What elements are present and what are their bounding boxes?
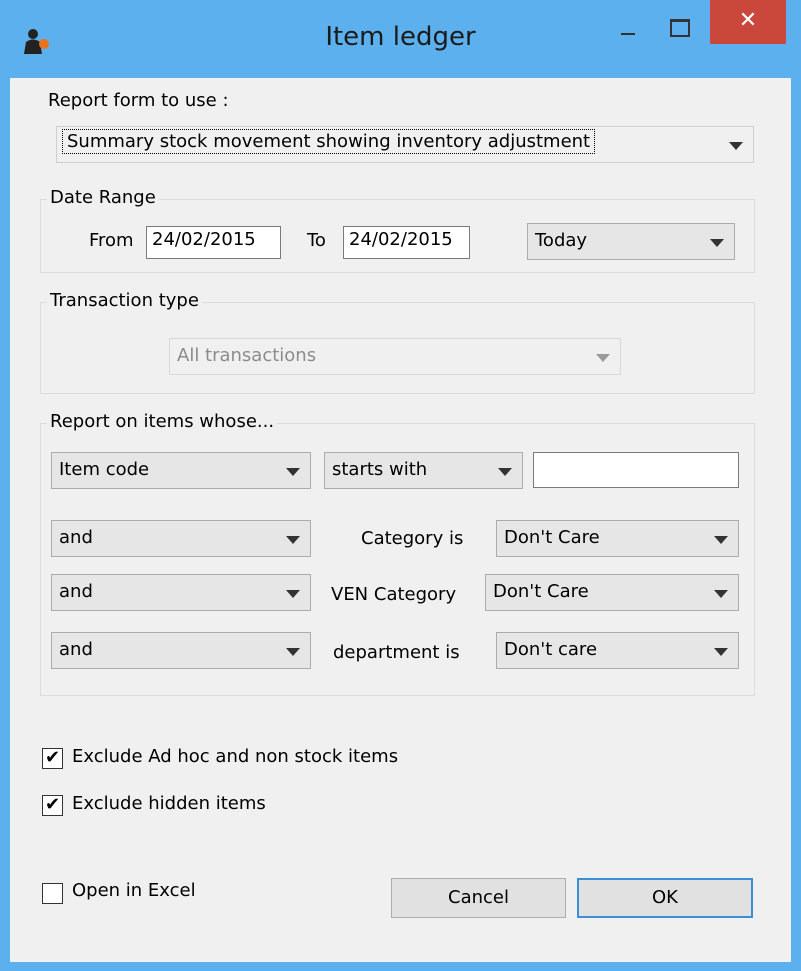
exclude-hidden-checkbox[interactable]: ✔ [42,795,63,816]
category-label: Category is [361,528,464,549]
chevron-down-icon [710,239,724,247]
report-filter-group: Report on items whose... Item code start… [40,411,755,696]
date-preset-select[interactable]: Today [527,223,735,260]
item-ledger-window: Item ledger ✕ Report form to use : Summa… [0,0,801,971]
transaction-type-group: Transaction type All transactions [40,290,755,394]
filter-field-select[interactable]: Item code [51,452,311,489]
close-icon[interactable]: ✕ [710,0,786,44]
conjunction-select-ven[interactable]: and [51,574,311,611]
from-date-input[interactable]: 24/02/2015 [146,226,281,259]
check-icon: ✔ [45,747,61,768]
exclude-adhoc-label[interactable]: Exclude Ad hoc and non stock items [72,746,398,767]
ven-category-value: Don't Care [493,581,589,602]
report-filter-title: Report on items whose... [47,411,278,432]
check-icon: ✔ [45,794,61,815]
report-form-label: Report form to use : [48,90,229,111]
ok-button[interactable]: OK [577,878,753,918]
conjunction-value: and [59,527,93,548]
ven-category-label: VEN Category [331,584,457,605]
filter-field-value: Item code [59,459,150,480]
filter-operator-value: starts with [332,459,428,480]
maximize-icon[interactable] [658,12,698,42]
report-form-select[interactable]: Summary stock movement showing inventory… [56,126,754,163]
chevron-down-icon [714,590,728,598]
open-in-excel-label[interactable]: Open in Excel [72,880,196,901]
department-value: Don't care [504,639,598,660]
date-preset-value: Today [535,230,588,251]
title-bar[interactable]: Item ledger ✕ [0,0,801,78]
department-label: department is [333,642,460,663]
chevron-down-icon [286,648,300,656]
transaction-type-title: Transaction type [47,290,202,311]
exclude-hidden-label[interactable]: Exclude hidden items [72,793,266,814]
report-form-value: Summary stock movement showing inventory… [62,129,596,154]
chevron-down-icon [714,648,728,656]
chevron-down-icon [286,590,300,598]
to-label: To [307,230,326,251]
filter-text-input[interactable] [533,452,739,488]
minimize-icon[interactable] [608,15,648,45]
chevron-down-icon [729,142,743,150]
conjunction-select-category[interactable]: and [51,520,311,557]
category-value: Don't Care [504,527,600,548]
chevron-down-icon [286,536,300,544]
transaction-type-select[interactable]: All transactions [169,338,621,375]
date-range-title: Date Range [47,187,159,208]
dialog-body: Report form to use : Summary stock movem… [10,78,791,962]
transaction-type-value: All transactions [177,345,317,366]
ven-category-select[interactable]: Don't Care [485,574,739,611]
conjunction-value: and [59,639,93,660]
conjunction-value: and [59,581,93,602]
department-select[interactable]: Don't care [496,632,739,669]
from-label: From [89,230,134,251]
date-range-group: Date Range From 24/02/2015 To 24/02/2015… [40,187,755,273]
exclude-adhoc-checkbox[interactable]: ✔ [42,748,63,769]
chevron-down-icon [286,468,300,476]
to-date-input[interactable]: 24/02/2015 [343,226,470,259]
conjunction-select-department[interactable]: and [51,632,311,669]
cancel-button[interactable]: Cancel [391,878,566,918]
open-in-excel-checkbox[interactable] [42,883,63,904]
filter-operator-select[interactable]: starts with [324,452,523,489]
category-select[interactable]: Don't Care [496,520,739,557]
chevron-down-icon [714,536,728,544]
chevron-down-icon [596,354,610,362]
chevron-down-icon [498,468,512,476]
